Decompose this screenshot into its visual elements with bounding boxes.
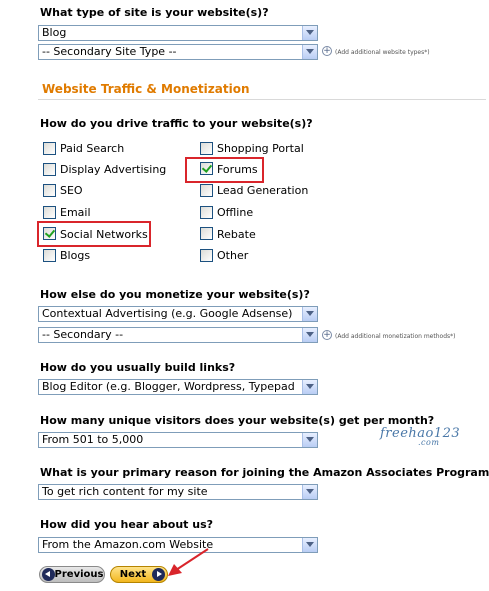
- monetize-primary-select[interactable]: Contextual Advertising (e.g. Google Adse…: [38, 306, 318, 322]
- hear-question: How did you hear about us?: [40, 518, 213, 531]
- label-paid-search: Paid Search: [60, 142, 125, 155]
- add-monetization-hint: (Add additional monetization methods*): [335, 333, 456, 340]
- label-email: Email: [60, 206, 91, 219]
- highlight-box-social-networks: [37, 221, 151, 247]
- chevron-down-icon: [302, 433, 317, 447]
- checkbox-display-advertising[interactable]: [43, 163, 56, 176]
- reason-select[interactable]: To get rich content for my site: [38, 484, 318, 500]
- monetize-secondary-select[interactable]: -- Secondary --: [38, 327, 318, 343]
- chevron-down-icon: [302, 328, 317, 342]
- checkbox-offline[interactable]: [200, 206, 213, 219]
- chevron-down-icon: [302, 538, 317, 552]
- chevron-down-icon: [302, 485, 317, 499]
- checkbox-email[interactable]: [43, 206, 56, 219]
- checkbox-paid-search[interactable]: [43, 142, 56, 155]
- chevron-down-icon: [302, 45, 317, 59]
- highlight-box-forums: [185, 157, 264, 183]
- section-divider: [38, 99, 486, 100]
- site-type-primary-value: Blog: [42, 26, 67, 39]
- monetize-primary-value: Contextual Advertising (e.g. Google Adse…: [42, 307, 293, 320]
- arrow-left-icon: [42, 568, 55, 581]
- monetize-question: How else do you monetize your website(s)…: [40, 288, 310, 301]
- watermark: freehao123 .com: [380, 426, 460, 447]
- label-offline: Offline: [217, 206, 254, 219]
- label-blogs: Blogs: [60, 249, 91, 262]
- chevron-down-icon: [302, 307, 317, 321]
- checkbox-rebate[interactable]: [200, 227, 213, 240]
- site-type-secondary-select[interactable]: -- Secondary Site Type --: [38, 44, 318, 60]
- watermark-suffix: .com: [418, 438, 440, 447]
- add-site-type-icon[interactable]: +: [322, 46, 332, 56]
- reason-value: To get rich content for my site: [42, 485, 208, 498]
- chevron-down-icon: [302, 380, 317, 394]
- label-shopping-portal: Shopping Portal: [217, 142, 304, 155]
- label-display-advertising: Display Advertising: [60, 163, 167, 176]
- visitors-value: From 501 to 5,000: [42, 433, 144, 446]
- traffic-question: How do you drive traffic to your website…: [40, 117, 313, 130]
- checkbox-seo[interactable]: [43, 184, 56, 197]
- label-other: Other: [217, 249, 249, 262]
- chevron-down-icon: [302, 26, 317, 40]
- add-site-type-hint: (Add additional website types*): [335, 49, 430, 56]
- previous-button[interactable]: Previous: [39, 566, 105, 583]
- links-question: How do you usually build links?: [40, 361, 236, 374]
- label-rebate: Rebate: [217, 228, 256, 241]
- site-type-primary-select[interactable]: Blog: [38, 25, 318, 41]
- annotation-arrow-icon: [168, 548, 209, 576]
- next-button[interactable]: Next: [110, 566, 168, 583]
- site-type-secondary-value: -- Secondary Site Type --: [42, 45, 177, 58]
- monetize-secondary-value: -- Secondary --: [42, 328, 124, 341]
- label-lead-generation: Lead Generation: [217, 184, 309, 197]
- section-title: Website Traffic & Monetization: [42, 82, 250, 96]
- site-type-question: What type of site is your website(s)?: [40, 6, 269, 19]
- reason-question: What is your primary reason for joining …: [40, 466, 489, 479]
- visitors-select[interactable]: From 501 to 5,000: [38, 432, 318, 448]
- checkbox-lead-generation[interactable]: [200, 184, 213, 197]
- add-monetization-icon[interactable]: +: [322, 330, 332, 340]
- label-seo: SEO: [60, 184, 83, 197]
- checkbox-shopping-portal[interactable]: [200, 142, 213, 155]
- checkbox-other[interactable]: [200, 249, 213, 262]
- links-value: Blog Editor (e.g. Blogger, Wordpress, Ty…: [42, 380, 295, 393]
- visitors-question: How many unique visitors does your websi…: [40, 414, 435, 427]
- links-select[interactable]: Blog Editor (e.g. Blogger, Wordpress, Ty…: [38, 379, 318, 395]
- checkbox-blogs[interactable]: [43, 249, 56, 262]
